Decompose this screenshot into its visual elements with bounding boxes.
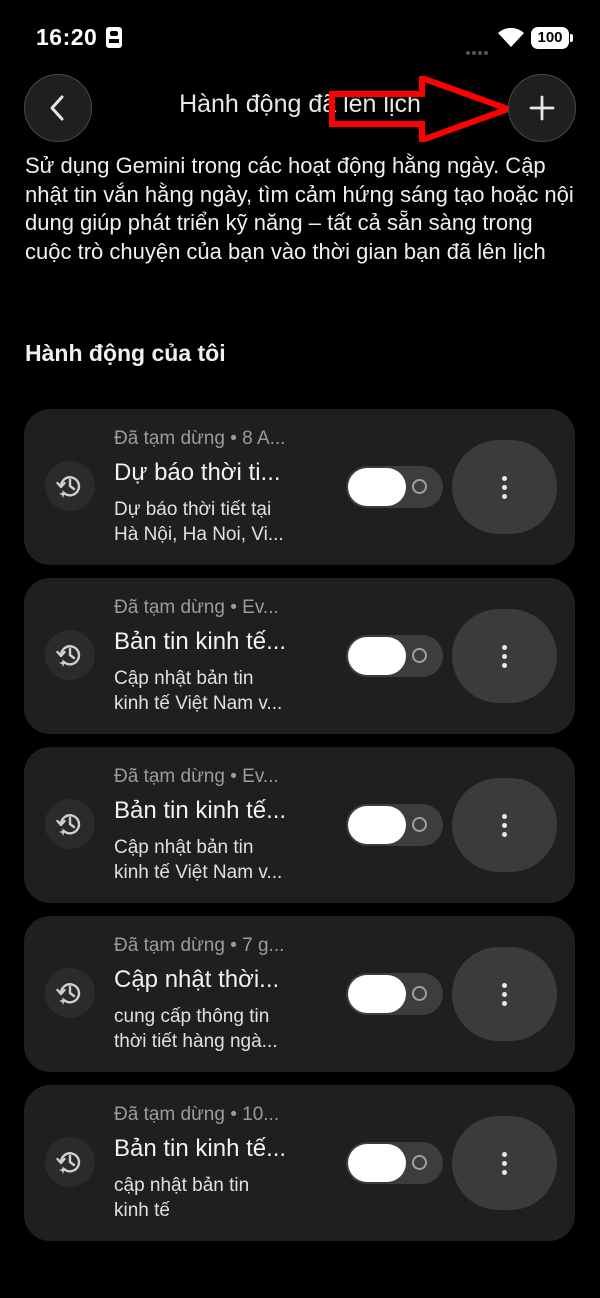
toggle-off-indicator (412, 1155, 427, 1170)
more-vert-icon (502, 983, 507, 988)
scheduled-action-card[interactable]: Đã tạm dừng • 8 A... Dự báo thời ti... D… (24, 409, 575, 565)
action-description-line: thời tiết hàng ngà... (114, 1031, 278, 1052)
toggle-off-indicator (412, 648, 427, 663)
scheduled-history-icon (45, 799, 95, 849)
action-status-text: Đã tạm dừng • 8 A... (114, 428, 286, 449)
red-arrow-annotation (329, 76, 516, 142)
more-vert-icon (502, 645, 507, 650)
scheduled-history-icon (45, 968, 95, 1018)
arrow-back-icon (50, 95, 64, 121)
more-vert-icon-dot (502, 485, 507, 490)
action-description-line: kinh tế Việt Nam v... (114, 693, 283, 714)
scheduled-action-card[interactable]: Đã tạm dừng • 10... Bản tin kinh tế... c… (24, 1085, 575, 1241)
action-title: Dự báo thời ti... (114, 459, 281, 486)
status-bar: 16:20 100 (0, 0, 600, 70)
action-enable-toggle[interactable] (346, 466, 443, 508)
action-status-text: Đã tạm dừng • 7 g... (114, 935, 285, 956)
action-description: Dự báo thời tiết tại Hà Nội, Ha Noi, Vi.… (114, 497, 314, 547)
toggle-off-indicator (412, 817, 427, 832)
scheduled-action-card[interactable]: Đã tạm dừng • Ev... Bản tin kinh tế... C… (24, 578, 575, 734)
battery-icon: 100 (531, 27, 573, 49)
action-title: Bản tin kinh tế... (114, 628, 287, 655)
sim-card-icon (106, 27, 122, 48)
more-vert-icon-dot (502, 1001, 507, 1006)
more-options-button[interactable] (452, 947, 557, 1041)
toggle-off-indicator (412, 986, 427, 1001)
more-vert-icon-dot (502, 823, 507, 828)
action-description: Cập nhật bản tin kinh tế Việt Nam v... (114, 835, 314, 885)
more-vert-icon-dot (502, 832, 507, 837)
more-vert-icon-dot (502, 1170, 507, 1175)
section-title: Hành động của tôi (25, 340, 226, 366)
action-title: Cập nhật thời... (114, 966, 280, 993)
scheduled-history-icon (45, 630, 95, 680)
action-enable-toggle[interactable] (346, 1142, 443, 1184)
more-vert-icon (502, 476, 507, 481)
more-options-button[interactable] (452, 778, 557, 872)
scheduled-history-icon (45, 461, 95, 511)
status-time: 16:20 (36, 24, 98, 50)
more-vert-icon-dot (502, 663, 507, 668)
action-description-line: cung cấp thông tin (114, 1006, 270, 1027)
action-description-line: Cập nhật bản tin (114, 837, 254, 858)
action-description-line: Hà Nội, Ha Noi, Vi... (114, 524, 284, 545)
signal-icon (466, 42, 494, 55)
toggle-knob (348, 1144, 406, 1182)
more-options-button[interactable] (452, 1116, 557, 1210)
toggle-off-indicator (412, 479, 427, 494)
action-description: cung cấp thông tin thời tiết hàng ngà... (114, 1004, 314, 1054)
action-description-line: Dự báo thời tiết tại (114, 499, 272, 520)
scheduled-action-card[interactable]: Đã tạm dừng • 7 g... Cập nhật thời... cu… (24, 916, 575, 1072)
more-vert-icon (502, 1152, 507, 1157)
action-description: Cập nhật bản tin kinh tế Việt Nam v... (114, 666, 314, 716)
back-button[interactable] (24, 74, 92, 142)
scheduled-history-icon (45, 1137, 95, 1187)
scheduled-action-card[interactable]: Đã tạm dừng • Ev... Bản tin kinh tế... C… (24, 747, 575, 903)
more-vert-icon-dot (502, 992, 507, 997)
action-status-text: Đã tạm dừng • Ev... (114, 597, 279, 618)
more-vert-icon (502, 814, 507, 819)
action-status-text: Đã tạm dừng • 10... (114, 1104, 280, 1125)
more-vert-icon-dot (502, 1161, 507, 1166)
action-enable-toggle[interactable] (346, 804, 443, 846)
action-status-text: Đã tạm dừng • Ev... (114, 766, 279, 787)
action-title: Bản tin kinh tế... (114, 797, 287, 824)
action-description-line: cập nhật bản tin (114, 1175, 250, 1196)
more-vert-icon-dot (502, 494, 507, 499)
page-description: Sử dụng Gemini trong các hoạt động hằng … (25, 153, 574, 264)
add-action-button[interactable] (508, 74, 576, 142)
plus-icon (529, 95, 555, 121)
more-options-button[interactable] (452, 440, 557, 534)
action-enable-toggle[interactable] (346, 635, 443, 677)
toggle-knob (348, 637, 406, 675)
action-description-line: kinh tế Việt Nam v... (114, 862, 283, 883)
action-title: Bản tin kinh tế... (114, 1135, 287, 1162)
action-description-line: kinh tế (114, 1200, 170, 1221)
action-description-line: Cập nhật bản tin (114, 668, 254, 689)
action-description: cập nhật bản tin kinh tế (114, 1173, 314, 1223)
toggle-knob (348, 975, 406, 1013)
wifi-icon (498, 27, 524, 47)
toggle-knob (348, 806, 406, 844)
more-options-button[interactable] (452, 609, 557, 703)
toggle-knob (348, 468, 406, 506)
action-enable-toggle[interactable] (346, 973, 443, 1015)
more-vert-icon-dot (502, 654, 507, 659)
